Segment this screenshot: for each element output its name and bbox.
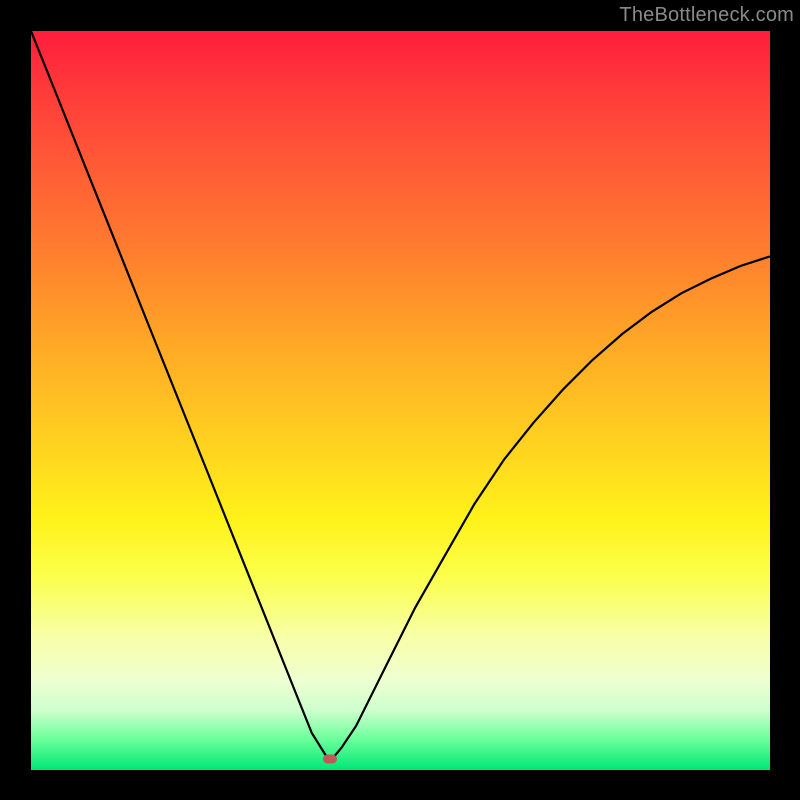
plot-area (31, 31, 770, 770)
bottleneck-curve (31, 31, 770, 770)
chart-frame: TheBottleneck.com (0, 0, 800, 800)
watermark-text: TheBottleneck.com (619, 4, 794, 27)
optimum-marker (323, 754, 337, 763)
